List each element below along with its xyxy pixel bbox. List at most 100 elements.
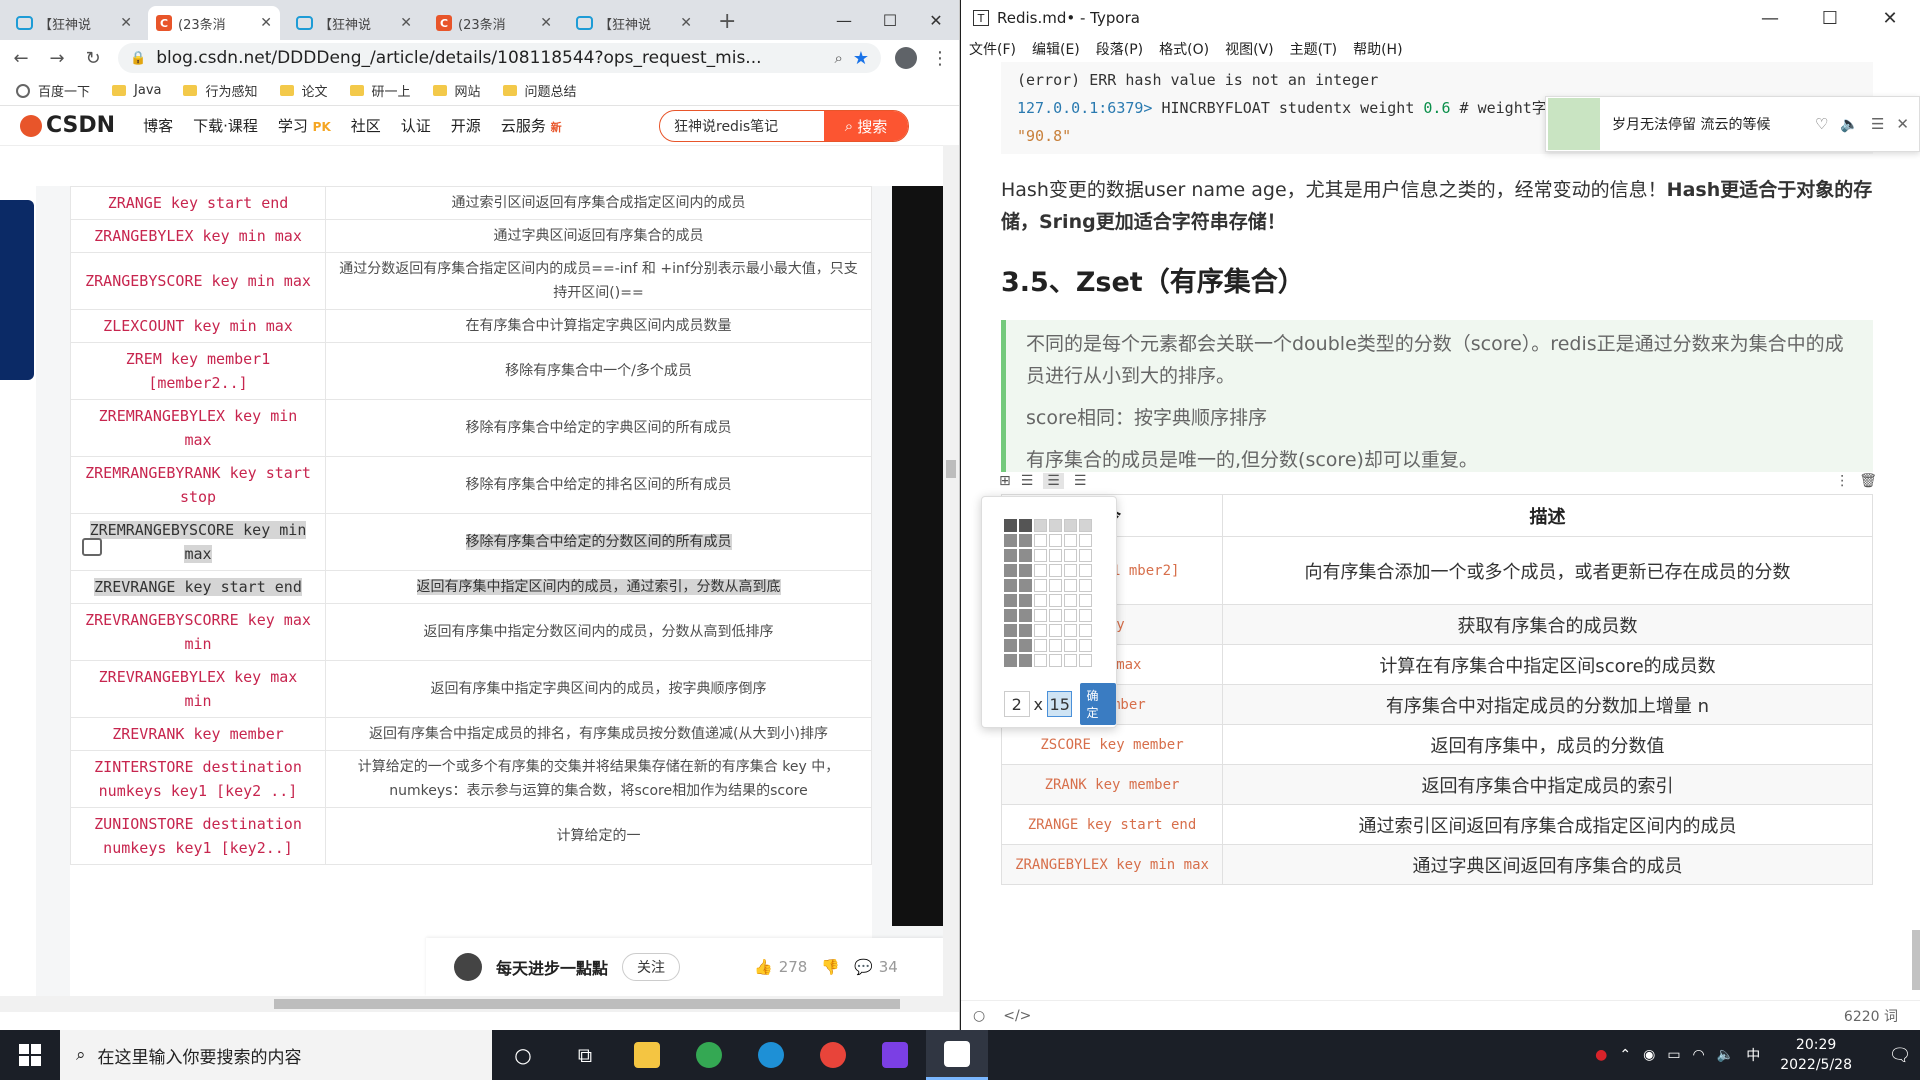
zoom-icon[interactable]: ⌕	[834, 49, 842, 67]
align-right-icon[interactable]: ☰	[1074, 473, 1087, 489]
grid-cell[interactable]	[1064, 639, 1077, 652]
tray-expand-icon[interactable]: ⌃	[1619, 1047, 1631, 1063]
grid-cell[interactable]	[1004, 624, 1017, 637]
speaker-icon[interactable]: 🔈	[1717, 1047, 1734, 1063]
grid-cell[interactable]	[1049, 549, 1062, 562]
align-center-icon[interactable]: ☰	[1043, 473, 1064, 489]
minimize-button[interactable]: —	[1740, 0, 1800, 36]
grid-cell[interactable]	[1064, 594, 1077, 607]
description-cell[interactable]: 向有序集合添加一个或多个成员，或者更新已存在成员的分数	[1222, 536, 1873, 605]
vertical-scrollbar[interactable]	[943, 145, 959, 1012]
typora-scroll-thumb[interactable]	[1912, 930, 1920, 990]
bookmark-papers[interactable]: 论文	[279, 81, 328, 100]
browser-tab[interactable]: C (23条消 ✕	[148, 6, 280, 40]
word-count[interactable]: 6220 词	[1844, 1006, 1898, 1026]
close-tab-icon[interactable]: ✕	[260, 15, 272, 31]
grid-cell[interactable]	[1064, 549, 1077, 562]
grid-cell[interactable]	[1064, 564, 1077, 577]
grid-cell[interactable]	[1019, 579, 1032, 592]
grid-cell[interactable]	[1019, 564, 1032, 577]
table-header-desc[interactable]: 描述	[1222, 494, 1873, 537]
description-cell[interactable]: 通过索引区间返回有序集合成指定区间内的成员	[325, 186, 872, 220]
grid-cell[interactable]	[1019, 549, 1032, 562]
music-notification[interactable]: 岁月无法停留 流云的等候 ♡ 🔈 ☰ ✕	[1545, 96, 1920, 152]
battery-icon[interactable]: ▭	[1667, 1047, 1680, 1063]
typora-scrollbar[interactable]	[1910, 62, 1920, 992]
description-cell[interactable]: 返回有序集合中指定成员的索引	[1222, 764, 1873, 805]
blockquote[interactable]: 不同的是每个元素都会关联一个double类型的分数（score）。redis正是…	[1001, 320, 1873, 472]
bookmark-behavior[interactable]: 行为感知	[183, 81, 258, 100]
file-explorer-icon[interactable]	[616, 1030, 678, 1080]
grid-cell[interactable]	[1019, 624, 1032, 637]
heart-icon[interactable]: ♡	[1815, 115, 1828, 133]
command-cell[interactable]: ZREVRANK key member	[70, 717, 326, 751]
menu-edit[interactable]: 编辑(E)	[1032, 39, 1080, 59]
csdn-logo[interactable]: CSDN	[20, 113, 115, 138]
maximize-button[interactable]: ☐	[867, 0, 913, 40]
grid-cell[interactable]	[1064, 579, 1077, 592]
horizontal-scrollbar[interactable]	[0, 996, 944, 1012]
description-cell[interactable]: 通过分数返回有序集合指定区间内的成员==-inf 和 +inf分别表示最小最大值…	[325, 252, 872, 310]
grid-cell[interactable]	[1049, 654, 1062, 667]
command-cell[interactable]: ZRANGE key start end	[70, 186, 326, 220]
grid-cell[interactable]	[1049, 519, 1062, 532]
menu-paragraph[interactable]: 段落(P)	[1096, 39, 1143, 59]
like-button[interactable]: 👍 278	[754, 958, 807, 976]
bookmark-yanyi[interactable]: 研一上	[349, 81, 411, 100]
menu-file[interactable]: 文件(F)	[969, 39, 1016, 59]
grid-cell[interactable]	[1079, 639, 1092, 652]
bookmark-java[interactable]: Java	[112, 83, 161, 98]
description-cell[interactable]: 计算给定的一个或多个有序集的交集并将结果集存储在新的有序集合 key 中，num…	[325, 750, 872, 808]
grid-cell[interactable]	[1049, 534, 1062, 547]
grid-cell[interactable]	[1004, 639, 1017, 652]
description-cell[interactable]: 获取有序集合的成员数	[1222, 604, 1873, 645]
menu-view[interactable]: 视图(V)	[1225, 39, 1274, 59]
source-mode-icon[interactable]: </>	[1003, 1008, 1031, 1024]
intellij-icon[interactable]	[864, 1030, 926, 1080]
description-cell[interactable]: 返回有序集合中指定成员的排名，有序集成员按分数值递减(从大到小)排序	[325, 717, 872, 751]
tray-app-icon[interactable]: ●	[1595, 1047, 1607, 1063]
command-cell[interactable]: ZLEXCOUNT key min max	[70, 309, 326, 343]
close-tab-icon[interactable]: ✕	[120, 15, 132, 31]
grid-cell[interactable]	[1019, 519, 1032, 532]
grid-cell[interactable]	[1019, 654, 1032, 667]
ime-indicator[interactable]: 中	[1746, 1045, 1760, 1065]
nav-cloud[interactable]: 云服务 新	[501, 115, 562, 136]
grid-cell[interactable]	[1034, 549, 1047, 562]
command-cell[interactable]: ZUNIONSTORE destination numkeys key1 [ke…	[70, 807, 326, 865]
description-cell[interactable]: 移除有序集合中给定的排名区间的所有成员	[325, 456, 872, 514]
task-view-icon[interactable]: ⧉	[554, 1030, 616, 1080]
start-button[interactable]	[0, 1030, 60, 1080]
nav-blog[interactable]: 博客	[143, 115, 173, 136]
grid-cell[interactable]	[1079, 564, 1092, 577]
dislike-button[interactable]: 👎	[821, 958, 840, 976]
command-cell[interactable]: ZRANGE key start end	[1001, 804, 1223, 845]
command-cell[interactable]: ZREVRANGEBYSCORRE key max min	[70, 603, 326, 661]
close-tab-icon[interactable]: ✕	[540, 15, 552, 31]
csdn-search-button[interactable]: ⌕ 搜索	[824, 111, 908, 141]
description-cell[interactable]: 移除有序集合中给定的分数区间的所有成员	[325, 513, 872, 571]
url-text[interactable]: blog.csdn.net/DDDDeng_/article/details/1…	[156, 48, 824, 68]
grid-cell[interactable]	[1064, 624, 1077, 637]
grid-cell[interactable]	[1049, 609, 1062, 622]
command-cell[interactable]: ZREMRANGEBYLEX key min max	[70, 399, 326, 457]
author-avatar[interactable]	[454, 953, 482, 981]
netease-music-icon[interactable]	[802, 1030, 864, 1080]
command-cell[interactable]: ZRANGEBYSCORE key min max	[70, 252, 326, 310]
delete-table-icon[interactable]: 🗑	[1859, 473, 1877, 489]
grid-cell[interactable]	[1034, 534, 1047, 547]
minimize-button[interactable]: —	[821, 0, 867, 40]
chrome-menu-icon[interactable]: ⋮	[931, 48, 949, 69]
columns-input[interactable]: 2	[1004, 691, 1030, 717]
confirm-button[interactable]: 确定	[1080, 683, 1116, 725]
description-cell[interactable]: 有序集合中对指定成员的分数加上增量 n	[1222, 684, 1873, 725]
close-button[interactable]: ✕	[1860, 0, 1920, 36]
grid-cell[interactable]	[1004, 534, 1017, 547]
description-cell[interactable]: 通过字典区间返回有序集合的成员	[1222, 844, 1873, 885]
grid-cell[interactable]	[1019, 609, 1032, 622]
author-name[interactable]: 每天进步一點點	[496, 955, 608, 979]
description-cell[interactable]: 通过字典区间返回有序集合的成员	[325, 219, 872, 253]
comment-icon[interactable]	[82, 538, 102, 556]
description-cell[interactable]: 返回有序集中指定字典区间内的成员，按字典顺序倒序	[325, 660, 872, 718]
nav-opensource[interactable]: 开源	[451, 115, 481, 136]
